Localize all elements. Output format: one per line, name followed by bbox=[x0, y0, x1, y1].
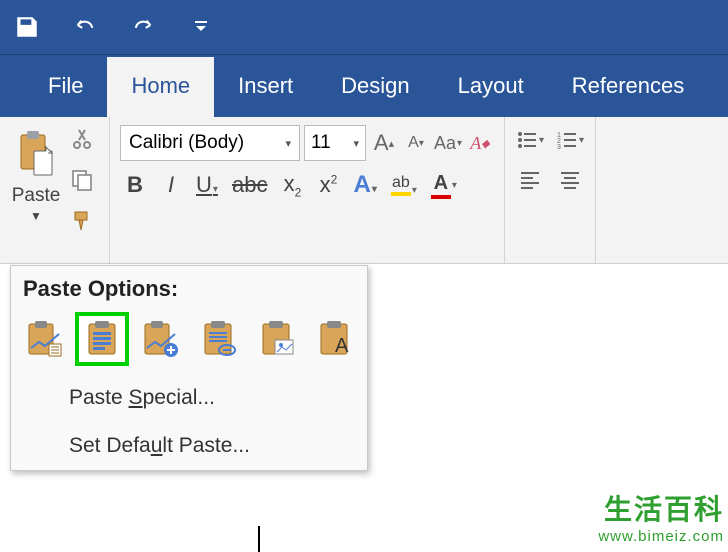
chevron-down-icon: ▾ bbox=[285, 137, 291, 150]
undo-button[interactable] bbox=[68, 10, 102, 44]
font-name-select[interactable]: Calibri (Body) ▾ bbox=[120, 125, 300, 161]
paste-merge-formatting[interactable] bbox=[79, 316, 125, 362]
bullets-button[interactable]: ▾ bbox=[515, 125, 545, 155]
ribbon-group-font: Calibri (Body) ▾ 11 ▾ A▴ A▾ Aa▾ A◆ B I U… bbox=[110, 117, 505, 263]
align-left-button[interactable] bbox=[515, 165, 545, 195]
clipboard-paste-icon bbox=[16, 129, 56, 179]
save-button[interactable] bbox=[10, 10, 44, 44]
clipboard-small-buttons bbox=[64, 123, 100, 257]
text-cursor bbox=[258, 526, 260, 552]
superscript-button[interactable]: x2 bbox=[317, 172, 339, 198]
ribbon-group-paragraph: ▾ 123▾ bbox=[505, 117, 596, 263]
tab-mailings[interactable]: Ma bbox=[708, 57, 728, 117]
bold-button[interactable]: B bbox=[124, 172, 146, 198]
format-painter-button[interactable] bbox=[70, 209, 94, 238]
tab-design[interactable]: Design bbox=[317, 57, 433, 117]
tab-file[interactable]: File bbox=[24, 57, 107, 117]
text-effects-button[interactable]: A▾ bbox=[353, 171, 376, 199]
font-color-button[interactable]: A▾ bbox=[431, 172, 457, 199]
set-default-paste-menuitem[interactable]: Set Default Paste... bbox=[11, 422, 367, 470]
tab-references[interactable]: References bbox=[548, 57, 709, 117]
grow-font-button[interactable]: A▴ bbox=[370, 129, 398, 157]
highlight-button[interactable]: ab▾ bbox=[391, 174, 417, 196]
font-size-select[interactable]: 11 ▾ bbox=[304, 125, 366, 161]
svg-text:A: A bbox=[335, 335, 349, 357]
subscript-button[interactable]: x2 bbox=[281, 171, 303, 199]
paste-button[interactable]: Paste ▼ bbox=[8, 123, 64, 257]
paste-options-menu: Paste Options: A Paste Special... Set De… bbox=[10, 265, 368, 471]
clear-formatting-button[interactable]: A◆ bbox=[466, 129, 494, 157]
ribbon-tabs: File Home Insert Design Layout Reference… bbox=[0, 55, 728, 117]
shrink-font-button[interactable]: A▾ bbox=[402, 129, 430, 157]
align-center-button[interactable] bbox=[555, 165, 585, 195]
tab-home[interactable]: Home bbox=[107, 57, 214, 117]
chevron-down-icon: ▾ bbox=[353, 137, 359, 150]
paste-text-only[interactable]: A bbox=[311, 316, 357, 362]
paste-label: Paste bbox=[12, 185, 61, 207]
font-name-value: Calibri (Body) bbox=[129, 132, 244, 154]
paste-picture[interactable] bbox=[137, 316, 183, 362]
quick-access-toolbar bbox=[0, 0, 728, 55]
change-case-button[interactable]: Aa▾ bbox=[434, 129, 462, 157]
copy-button[interactable] bbox=[70, 168, 94, 197]
font-size-value: 11 bbox=[311, 132, 331, 154]
qat-customize-button[interactable] bbox=[184, 10, 218, 44]
svg-text:3: 3 bbox=[557, 144, 561, 151]
redo-button[interactable] bbox=[126, 10, 160, 44]
paste-options-header: Paste Options: bbox=[11, 266, 367, 310]
ribbon: Paste ▼ Calibri (Body) ▾ 11 ▾ bbox=[0, 117, 728, 264]
paste-keep-source-formatting[interactable] bbox=[21, 316, 67, 362]
paste-options-row: A bbox=[11, 310, 367, 374]
italic-button[interactable]: I bbox=[160, 172, 182, 198]
cut-button[interactable] bbox=[70, 127, 94, 156]
strikethrough-button[interactable]: abc bbox=[232, 172, 267, 198]
paste-special-menuitem[interactable]: Paste Special... bbox=[11, 374, 367, 422]
tab-insert[interactable]: Insert bbox=[214, 57, 317, 117]
paste-link[interactable] bbox=[195, 316, 241, 362]
tab-layout[interactable]: Layout bbox=[434, 57, 548, 117]
paste-as-image[interactable] bbox=[253, 316, 299, 362]
numbering-button[interactable]: 123▾ bbox=[555, 125, 585, 155]
underline-button[interactable]: U▾ bbox=[196, 172, 218, 198]
paste-dropdown-arrow[interactable]: ▼ bbox=[30, 209, 42, 223]
ribbon-group-clipboard: Paste ▼ bbox=[0, 117, 110, 263]
